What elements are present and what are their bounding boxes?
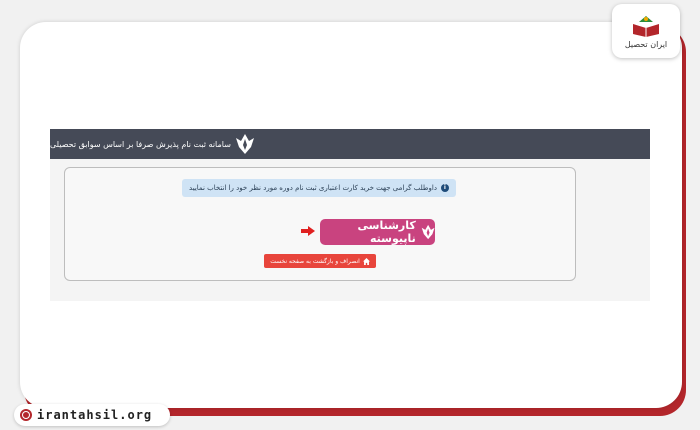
alert-text: داوطلب گرامی جهت خرید کارت اعتباری ثبت ن… <box>189 184 437 192</box>
degree-discontinuous-bachelor-button[interactable]: کارشناسی ناپیوسته <box>320 219 435 245</box>
portal-screenshot: سامانه ثبت نام پذیرش صرفا بر اساس سوابق … <box>50 129 650 301</box>
portal-header: سامانه ثبت نام پذیرش صرفا بر اساس سوابق … <box>50 129 650 159</box>
logo-caption: ایران تحصیل <box>624 39 668 49</box>
degree-button-label: کارشناسی ناپیوسته <box>357 219 416 245</box>
globe-icon <box>20 409 32 421</box>
university-logo-icon <box>235 134 254 154</box>
arrow-right-icon <box>301 226 315 236</box>
university-logo-icon <box>421 224 435 240</box>
info-alert: i داوطلب گرامی جهت خرید کارت اعتباری ثبت… <box>182 179 456 197</box>
brand-logo: ایران تحصیل <box>612 4 680 58</box>
back-to-home-button[interactable]: انصراف و بازگشت به صفحه نخست <box>264 254 376 268</box>
info-icon: i <box>440 184 449 192</box>
home-icon <box>362 257 370 265</box>
selection-card: i داوطلب گرامی جهت خرید کارت اعتباری ثبت… <box>64 167 576 281</box>
website-link[interactable]: irantahsil.org <box>14 404 170 426</box>
portal-title: سامانه ثبت نام پذیرش صرفا بر اساس سوابق … <box>50 139 231 149</box>
book-logo-icon <box>633 15 659 37</box>
website-link-text: irantahsil.org <box>37 408 153 422</box>
back-button-label: انصراف و بازگشت به صفحه نخست <box>270 257 360 265</box>
